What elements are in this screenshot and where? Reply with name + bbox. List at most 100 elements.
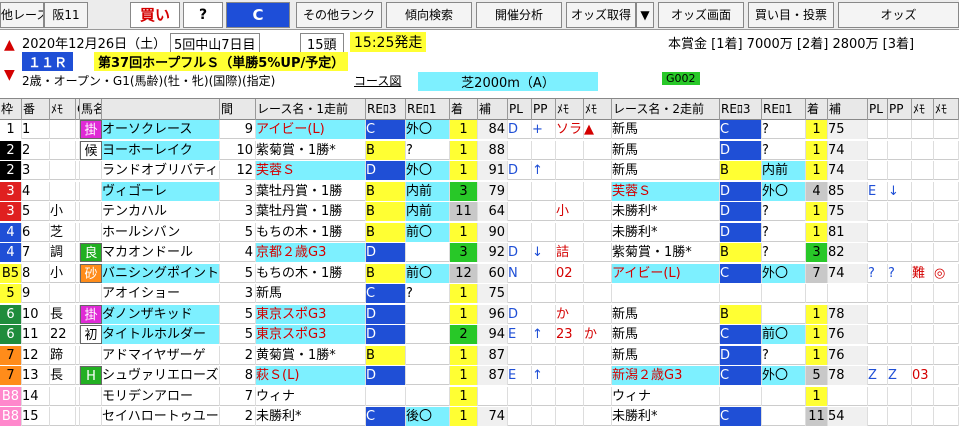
cell-m2 [584, 181, 612, 201]
header-e3[interactable]: REﾛ3 [366, 99, 406, 120]
cell-ch2: 1 [806, 120, 828, 139]
header-waku[interactable]: 枠 [0, 99, 22, 120]
cell-waku: 5 [0, 284, 22, 303]
cell-waku: B8 [0, 407, 22, 426]
header-pl2[interactable]: PL [868, 99, 888, 120]
header-r1[interactable]: レース名・1走前 [256, 99, 366, 120]
header-f3[interactable]: REﾛ3 [720, 99, 762, 120]
toolbar-button-t0[interactable]: 他レース [0, 2, 44, 28]
cell-ho2: 81 [828, 222, 868, 242]
cell-ho: 87 [478, 366, 508, 385]
table-row[interactable]: 7 13 長 H シュヴァリエローズ 8 萩Ｓ(L) D 1 87 E ↑ 新潟２歳G3 C 外〇 5 78 Z Z… [0, 366, 959, 385]
header-m2[interactable]: ﾒﾓ [584, 99, 612, 120]
cell-waku: 6 [0, 304, 22, 324]
cell-n1: 難 [912, 263, 934, 283]
cell-e3: C [366, 284, 406, 303]
cell-e1: 外〇 [406, 161, 450, 180]
cell-m1 [556, 181, 584, 201]
cell-f1: ? [762, 140, 806, 160]
table-row[interactable]: 3 4 ヴィゴーレ 3 葉牡丹賞・1勝 B 内前 3 79 芙蓉Ｓ D 外〇 4 85 E ↓ [0, 181, 959, 201]
cell-waku: 2 [0, 161, 22, 180]
cell-ho: 60 [478, 263, 508, 283]
cell-r1: 葉牡丹賞・1勝 [256, 181, 366, 201]
toolbar-button-t5[interactable]: その他ランク [296, 2, 382, 28]
race-name: 第37回ホープフルＳ（単勝5%UP/予定） [94, 52, 349, 71]
table-row[interactable]: 6 11 22 初タイトルホルダー 5 東京スポG3 D 2 94 E ↑ 23 か新馬 C 前〇 1 76 [0, 325, 959, 344]
header-n1[interactable]: ﾒﾓ [912, 99, 934, 120]
cell-m1 [556, 284, 584, 303]
table-row[interactable]: 2 2 候ヨーホーレイク 10 紫菊賞・1勝* B? 1 88 新馬 D? 1 74 [0, 140, 959, 160]
cell-waku: 3 [0, 181, 22, 201]
toolbar-button-t9[interactable]: ▼ [636, 2, 654, 28]
header-ho[interactable]: 補 [478, 99, 508, 120]
toolbar-button-t3[interactable]: ? [183, 2, 223, 28]
cell-num: 12 [22, 345, 50, 365]
header-ch[interactable]: 着 [450, 99, 478, 120]
table-row[interactable]: 2 3 ランドオブリバティ 12 芙蓉Ｓ D 外〇 1 91 D ↑ 新馬 B 内前 1 74 [0, 161, 959, 180]
toolbar: 他レース 阪11 買い? C その他ランク 傾向検索 開催分析 オッズ取得 ▼ オッズ画面 買い目・… [0, 0, 959, 30]
toolbar-button-t10[interactable]: オッズ画面 [658, 2, 744, 28]
table-row[interactable]: 3 5 小テンカハル 3 葉牡丹賞・1勝 B 内前 11 64 小未勝利* D? 1 75 [0, 202, 959, 221]
toolbar-button-t1[interactable]: 阪11 [44, 2, 88, 28]
cell-r2: 未勝利* [612, 407, 720, 426]
cell-r1: 萩Ｓ(L) [256, 366, 366, 385]
header-gap[interactable]: 間 [220, 99, 256, 120]
header-f1[interactable]: REﾛ1 [762, 99, 806, 120]
cell-ch: 3 [450, 181, 478, 201]
table-row[interactable]: 7 12 蹄アドマイヤザーゲ 2 黄菊賞・1勝* B 1 87 新馬 D? 1 76 [0, 345, 959, 365]
cell-pl: E [508, 325, 532, 344]
header-num[interactable]: 番 [22, 99, 50, 120]
course-map-link[interactable]: コース図 [354, 72, 401, 89]
table-row[interactable]: B8 15 セイハロートゥユー 2 未勝利* C 後〇 1 74 未勝利* C 11 54 [0, 407, 959, 426]
cell-ch2 [806, 284, 828, 303]
header-pl[interactable]: PL [508, 99, 532, 120]
table-row[interactable]: 1 1 掛オーソクレース 9 アイビー(L) C 外〇 1 84 D + ソラ ▲ 新馬 C? 1 75 [0, 120, 959, 139]
header-ch2[interactable]: 着 [806, 99, 828, 120]
toolbar-button-t8[interactable]: オッズ取得 [566, 2, 636, 28]
toolbar-button-t6[interactable]: 傾向検索 [386, 2, 472, 28]
header-tag[interactable]: 馬名S [80, 99, 102, 120]
header-m1[interactable]: ﾒﾓ [556, 99, 584, 120]
header-pp[interactable]: PP [532, 99, 556, 120]
cell-f1: ? [762, 222, 806, 242]
cell-pp2: ↓ [888, 181, 912, 201]
cell-ch: 1 [450, 366, 478, 385]
cell-e1 [406, 345, 450, 365]
header-memo[interactable]: ﾒﾓ [50, 99, 76, 120]
header-n2[interactable]: ﾒﾓ [934, 99, 959, 120]
cell-r1: もちの木・1勝 [256, 222, 366, 242]
table-row[interactable]: 4 6 芝ホールシバン 5 もちの木・1勝 B 前〇 1 90 未勝利* D? 1 81 [0, 222, 959, 242]
table-row[interactable]: B8 14 モリデンアロー 7 ウィナ 1 ウィナ 1 [0, 386, 959, 406]
cell-memo: 蹄 [50, 345, 76, 365]
header-e1[interactable]: REﾛ1 [406, 99, 450, 120]
toolbar-button-t11[interactable]: 買い目・投票 [748, 2, 834, 28]
toolbar-button-t12[interactable]: オッズ [838, 2, 959, 28]
cell-f3 [720, 284, 762, 303]
cell-ch2: 7 [806, 263, 828, 283]
header-name[interactable] [102, 99, 220, 120]
cell-memo: 長 [50, 304, 76, 324]
cell-e3: B [366, 222, 406, 242]
cell-memo: 長 [50, 366, 76, 385]
cell-gap: 7 [220, 386, 256, 406]
down-arrow-icon[interactable]: ▼ [4, 67, 18, 83]
header-pp2[interactable]: PP [888, 99, 912, 120]
toolbar-button-t7[interactable]: 開催分析 [476, 2, 562, 28]
table-row[interactable]: 6 10 長掛ダノンザキッド 5 東京スポG3 D 1 96 D か新馬 B 1 78 [0, 304, 959, 324]
table-row[interactable]: B5 8 小砂バニシングポイント 5 もちの木・1勝 B 前〇 12 60 N 02 アイビー(L) C… [0, 263, 959, 283]
cell-m1 [556, 222, 584, 242]
header-ho2[interactable]: 補 [828, 99, 868, 120]
table-row[interactable]: 5 9 アオイショー 3 新馬 C? 1 75 [0, 284, 959, 303]
cell-n1 [912, 345, 934, 365]
cell-ho: 94 [478, 325, 508, 344]
cell-ch2: 1 [806, 386, 828, 406]
toolbar-button-t4[interactable]: C [226, 2, 290, 28]
table-row[interactable]: 4 7 調良マカオンドール 4 京都２歳G3 D 3 92 D ↓ 詰紫菊賞・1勝* B? 3 82 [0, 243, 959, 262]
header-r2[interactable]: レース名・2走前 [612, 99, 720, 120]
up-arrow-icon[interactable]: ▲ [4, 37, 18, 53]
toolbar-button-t2[interactable]: 買い [130, 2, 180, 28]
cell-ch: 1 [450, 304, 478, 324]
cell-ho2: 82 [828, 243, 868, 262]
cell-f3: C [720, 366, 762, 385]
cell-n1 [912, 161, 934, 180]
